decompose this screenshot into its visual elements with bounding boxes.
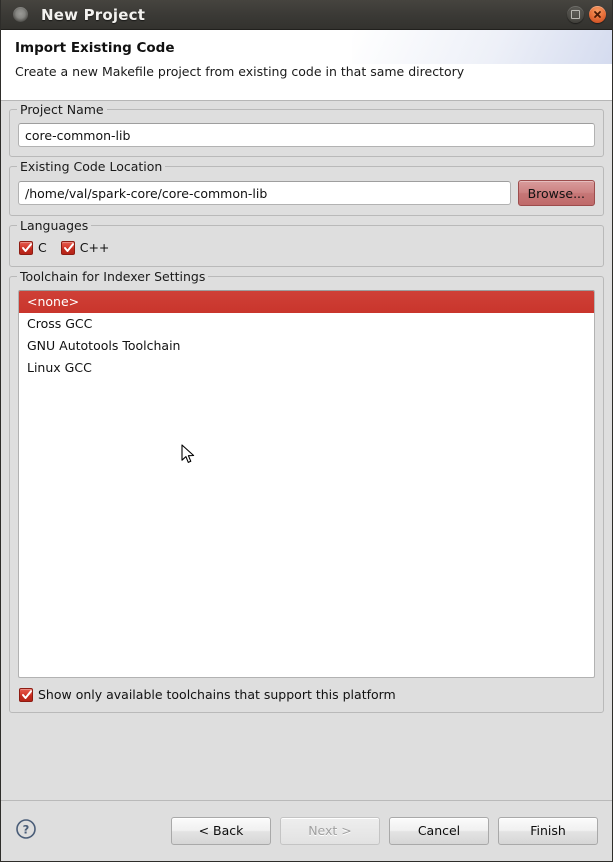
new-project-dialog: New Project Import Existing Code Create … (0, 0, 613, 862)
maximize-icon[interactable] (567, 6, 584, 23)
language-label-c: C (38, 240, 47, 255)
svg-text:?: ? (23, 822, 30, 836)
list-item[interactable]: <none> (19, 291, 594, 313)
language-checkbox-cpp[interactable]: C++ (60, 240, 110, 255)
show-available-toolchains-label: Show only available toolchains that supp… (38, 687, 396, 702)
window-title: New Project (41, 5, 146, 24)
cancel-button[interactable]: Cancel (389, 816, 489, 845)
project-name-input[interactable] (18, 123, 595, 147)
list-item[interactable]: GNU Autotools Toolchain (19, 335, 594, 357)
checkbox-checked-icon (19, 240, 33, 255)
dot-icon (13, 7, 28, 22)
toolchain-group: Toolchain for Indexer Settings <none> Cr… (9, 269, 604, 713)
finish-button[interactable]: Finish (498, 816, 598, 845)
back-button[interactable]: < Back (171, 816, 271, 845)
dialog-button-bar: ? < Back Next > Cancel Finish (1, 801, 612, 860)
page-description: Create a new Makefile project from exist… (15, 64, 465, 79)
show-available-toolchains-row: Show only available toolchains that supp… (18, 686, 595, 704)
project-name-group-label: Project Name (17, 102, 107, 117)
page-title: Import Existing Code (15, 40, 175, 56)
show-available-toolchains-checkbox[interactable]: Show only available toolchains that supp… (19, 687, 396, 702)
close-icon[interactable] (589, 6, 606, 23)
language-checkbox-c[interactable]: C (19, 240, 47, 255)
existing-code-location-group: Existing Code Location Browse... (9, 159, 604, 216)
checkbox-checked-icon (60, 240, 75, 255)
toolchain-listbox[interactable]: <none> Cross GCC GNU Autotools Toolchain… (18, 290, 595, 678)
list-item[interactable]: Linux GCC (19, 357, 594, 379)
next-button: Next > (280, 816, 380, 845)
list-item[interactable]: Cross GCC (19, 313, 594, 335)
window-titlebar[interactable]: New Project (1, 0, 612, 30)
languages-checkbox-row: C C++ (18, 239, 595, 257)
browse-button[interactable]: Browse... (517, 180, 595, 206)
existing-code-location-input[interactable] (18, 181, 511, 205)
language-label-cpp: C++ (79, 240, 110, 255)
toolchain-group-label: Toolchain for Indexer Settings (17, 269, 209, 284)
dialog-body: Project Name Existing Code Location Brow… (1, 101, 612, 800)
languages-group: Languages C C++ (9, 218, 604, 267)
existing-code-location-group-label: Existing Code Location (17, 159, 166, 174)
checkbox-checked-icon (19, 687, 33, 702)
languages-group-label: Languages (17, 218, 92, 233)
location-row: Browse... (18, 180, 595, 206)
window-controls (567, 6, 606, 23)
wizard-buttons: < Back Next > Cancel Finish (171, 816, 598, 845)
wizard-header: Import Existing Code Create a new Makefi… (1, 30, 612, 101)
project-name-group: Project Name (9, 102, 604, 157)
help-icon[interactable]: ? (15, 818, 37, 844)
